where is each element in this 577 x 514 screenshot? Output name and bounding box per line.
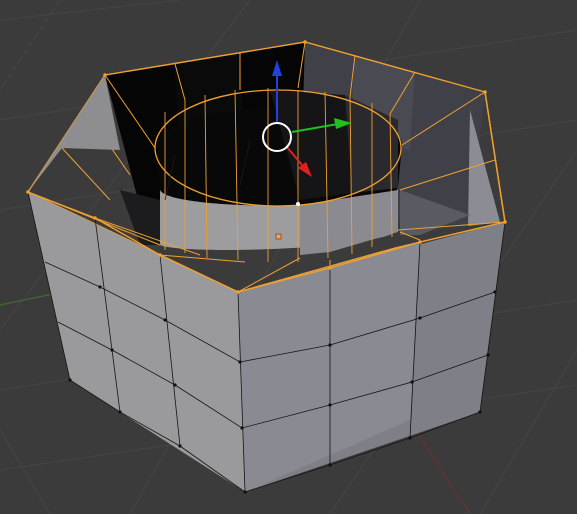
3d-viewport[interactable]	[0, 0, 577, 514]
viewport-canvas[interactable]	[0, 0, 577, 514]
object-origin-dot	[275, 233, 282, 240]
active-vertex	[296, 202, 300, 206]
